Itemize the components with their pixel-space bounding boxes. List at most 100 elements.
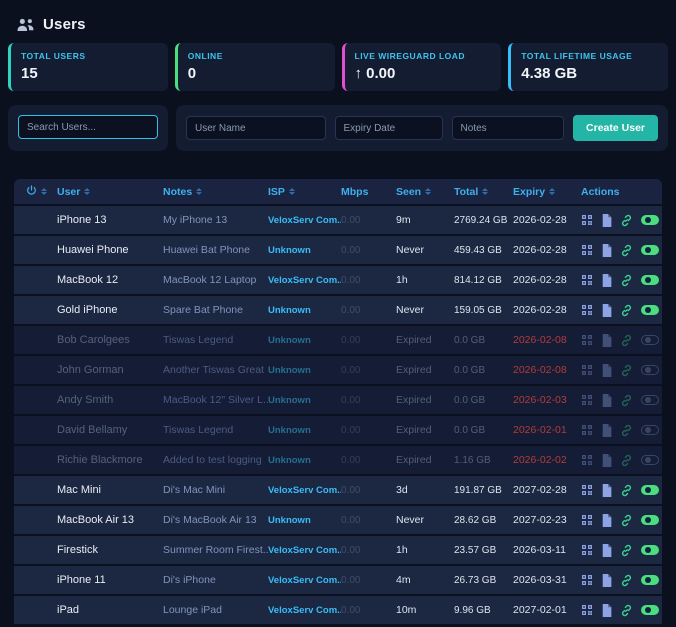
qr-code-icon[interactable] [581,544,593,556]
notes-cell: MacBook 12" Silver L... [163,394,268,406]
qr-code-icon[interactable] [581,334,593,346]
config-file-icon[interactable] [601,514,612,527]
qr-code-icon[interactable] [581,364,593,376]
user-name-field[interactable] [186,116,326,140]
expiry-cell: 2026-02-02 [513,454,581,466]
enable-toggle[interactable] [641,485,659,495]
qr-code-icon[interactable] [581,274,593,286]
toggle-knob [645,247,651,253]
enable-toggle[interactable] [641,515,659,525]
column-header-expiry[interactable]: Expiry [513,186,581,198]
actions-cell [581,304,662,317]
expiry-cell: 2026-02-08 [513,364,581,376]
enable-toggle[interactable] [641,545,659,555]
link-icon[interactable] [620,424,633,437]
column-header-isp[interactable]: ISP [268,186,341,198]
qr-code-icon[interactable] [581,424,593,436]
config-file-icon[interactable] [601,574,612,587]
qr-code-icon[interactable] [581,604,593,616]
users-table: User Notes ISP Mbps Seen Total [14,179,662,624]
seen-cell: Never [396,514,454,526]
qr-code-icon[interactable] [581,214,593,226]
config-file-icon[interactable] [601,334,612,347]
notes-cell: Spare Bat Phone [163,304,268,316]
enable-toggle[interactable] [641,215,659,225]
link-icon[interactable] [620,514,633,527]
create-user-button[interactable]: Create User [573,115,658,141]
stat-value: ↑ 0.00 [355,65,492,82]
link-icon[interactable] [620,214,633,227]
config-file-icon[interactable] [601,274,612,287]
expiry-cell: 2027-02-23 [513,514,581,526]
notes-field[interactable] [452,116,565,140]
enable-toggle[interactable] [641,455,659,465]
enable-toggle[interactable] [641,605,659,615]
table-row: Mac Mini Di's Mac Mini VeloxServ Com... … [14,476,662,504]
enable-toggle[interactable] [641,305,659,315]
link-icon[interactable] [620,604,633,617]
qr-code-icon[interactable] [581,394,593,406]
link-icon[interactable] [620,244,633,257]
table-row: iPhone 11 Di's iPhone VeloxServ Com... 0… [14,566,662,594]
column-header-total[interactable]: Total [454,186,513,198]
qr-code-icon[interactable] [581,484,593,496]
enable-toggle[interactable] [641,335,659,345]
config-file-icon[interactable] [601,604,612,617]
expiry-date-field[interactable] [335,116,443,140]
config-file-icon[interactable] [601,394,612,407]
enable-toggle[interactable] [641,395,659,405]
create-user-panel: Create User [176,105,668,151]
toggle-knob [645,547,651,553]
enable-toggle[interactable] [641,365,659,375]
link-icon[interactable] [620,274,633,287]
link-icon[interactable] [620,364,633,377]
user-cell: David Bellamy [57,424,163,436]
qr-code-icon[interactable] [581,514,593,526]
qr-code-icon[interactable] [581,454,593,466]
link-icon[interactable] [620,484,633,497]
notes-cell: MacBook 12 Laptop [163,274,268,286]
column-header-notes[interactable]: Notes [163,186,268,198]
enable-toggle[interactable] [641,575,659,585]
config-file-icon[interactable] [601,484,612,497]
enable-toggle[interactable] [641,245,659,255]
user-cell: MacBook Air 13 [57,514,163,526]
toggle-knob [645,337,651,343]
link-icon[interactable] [620,544,633,557]
column-header-seen[interactable]: Seen [396,186,454,198]
config-file-icon[interactable] [601,214,612,227]
actions-cell [581,214,662,227]
search-input[interactable] [18,115,158,139]
enable-toggle[interactable] [641,275,659,285]
config-file-icon[interactable] [601,454,612,467]
column-header-user[interactable]: User [57,186,163,198]
user-cell: iPad [57,604,163,616]
sort-icon [425,188,431,195]
link-icon[interactable] [620,454,633,467]
config-file-icon[interactable] [601,244,612,257]
users-group-icon [16,18,35,32]
actions-cell [581,604,662,617]
link-icon[interactable] [620,394,633,407]
link-icon[interactable] [620,574,633,587]
enable-toggle[interactable] [641,425,659,435]
stat-card: LIVE WIREGUARD LOAD ↑ 0.00 [342,43,502,91]
link-icon[interactable] [620,304,633,317]
qr-code-icon[interactable] [581,244,593,256]
isp-cell: Unknown [268,515,341,526]
search-create-row: Create User [0,105,676,151]
config-file-icon[interactable] [601,544,612,557]
config-file-icon[interactable] [601,424,612,437]
qr-code-icon[interactable] [581,574,593,586]
config-file-icon[interactable] [601,304,612,317]
link-icon[interactable] [620,334,633,347]
actions-cell [581,334,662,347]
page-title: Users [43,16,86,33]
column-header-power[interactable] [14,185,57,199]
config-file-icon[interactable] [601,364,612,377]
expiry-cell: 2026-03-11 [513,544,581,556]
mbps-cell: 0.00 [341,245,396,256]
qr-code-icon[interactable] [581,304,593,316]
page-header: Users [0,0,676,43]
user-cell: Gold iPhone [57,304,163,316]
